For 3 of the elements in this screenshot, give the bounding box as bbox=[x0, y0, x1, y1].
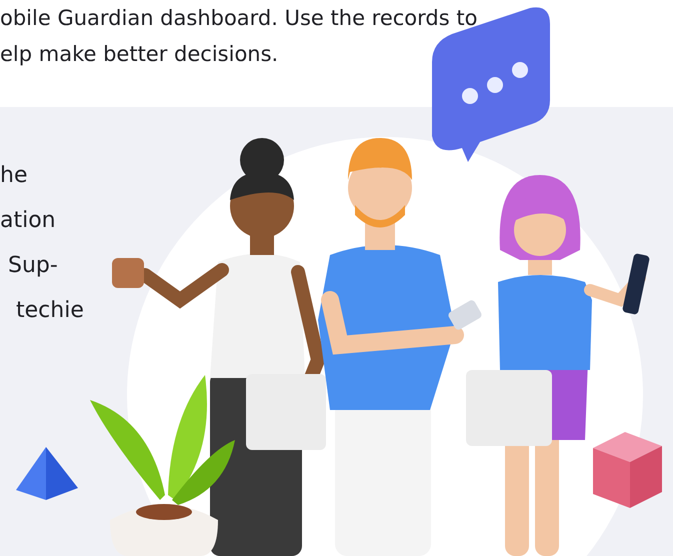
feature-paragraph: he ation Sup- techie bbox=[0, 162, 84, 325]
intro-paragraph: obile Guardian dashboard. Use the records to elp make better decisions. bbox=[0, 5, 478, 68]
pyramid-drawing bbox=[16, 447, 78, 500]
